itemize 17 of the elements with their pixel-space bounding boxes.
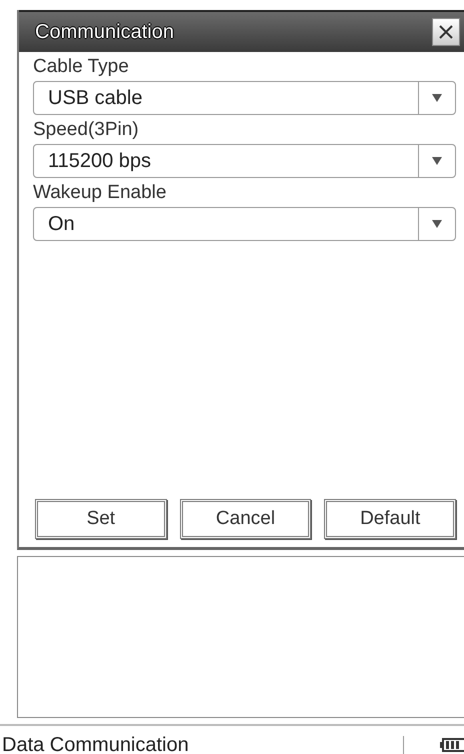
- field-label: Cable Type: [33, 55, 130, 79]
- status-text: Data Communication: [1, 734, 190, 754]
- dialog-button[interactable]: Cancel: [180, 499, 312, 539]
- dialog-title: Communication: [35, 20, 174, 44]
- caret-icon: [431, 156, 443, 166]
- caret-icon: [431, 93, 443, 103]
- dropdown[interactable]: 115200 bps: [33, 144, 456, 178]
- close-icon: [438, 24, 454, 40]
- dropdown[interactable]: USB cable: [33, 81, 456, 115]
- dialog-button[interactable]: Set: [35, 499, 167, 539]
- close-button[interactable]: [432, 18, 460, 46]
- dialog-button[interactable]: Default: [324, 499, 456, 539]
- field-label: Wakeup Enable: [33, 181, 168, 205]
- dropdown[interactable]: On: [33, 207, 456, 241]
- field-label: Speed(3Pin): [33, 118, 140, 142]
- battery-icon: [440, 738, 464, 752]
- caret-icon: [431, 219, 443, 229]
